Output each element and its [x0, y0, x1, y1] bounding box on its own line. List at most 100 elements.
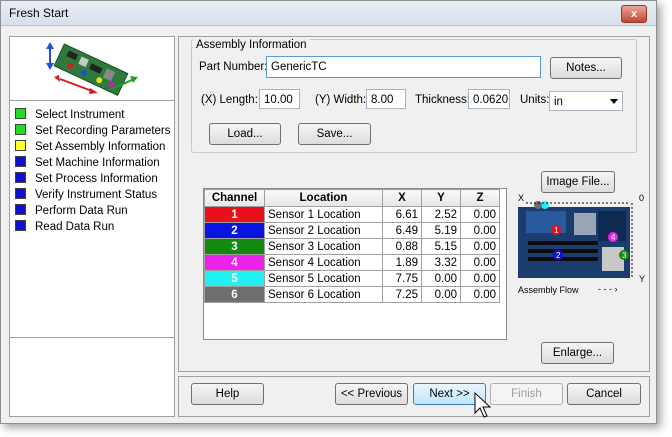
thickness-label: Thickness:	[415, 94, 470, 106]
width-label: (Y) Width:	[315, 94, 367, 106]
location-cell[interactable]: Sensor 3 Location	[264, 238, 383, 255]
width-field[interactable]: 8.00	[366, 89, 406, 109]
channel-cell[interactable]: 4	[204, 254, 265, 271]
table-row[interactable]: 6 Sensor 6 Location 7.25 0.00 0.00	[204, 286, 500, 303]
part-number-field[interactable]: GenericTC	[266, 56, 541, 78]
x-cell[interactable]: 0.88	[382, 238, 422, 255]
y-cell[interactable]: 5.15	[421, 238, 461, 255]
board-marker: 2	[556, 251, 561, 260]
close-icon[interactable]: x	[631, 8, 637, 20]
chevron-down-icon[interactable]	[610, 99, 618, 104]
location-cell[interactable]: Sensor 1 Location	[264, 206, 383, 223]
arrow-right-icon: - - - ›	[598, 284, 618, 294]
step-item: Verify Instrument Status	[15, 187, 157, 203]
x-cell[interactable]: 6.49	[382, 222, 422, 239]
z-cell[interactable]: 0.00	[460, 286, 500, 303]
y-cell[interactable]: 3.32	[421, 254, 461, 271]
title-bar: Fresh Start x	[1, 1, 656, 26]
step-item: Read Data Run	[15, 219, 114, 235]
thickness-field[interactable]: 0.0620	[468, 89, 510, 109]
wizard-sidebar: Select Instrument Set Recording Paramete…	[9, 36, 175, 417]
table-row[interactable]: 2 Sensor 2 Location 6.49 5.19 0.00	[204, 222, 500, 239]
z-cell[interactable]: 0.00	[460, 222, 500, 239]
length-label: (X) Length:	[201, 94, 258, 106]
profiler-board-image	[46, 42, 138, 96]
window-title: Fresh Start	[9, 6, 69, 20]
column-header-channel[interactable]: Channel	[204, 189, 265, 207]
location-cell[interactable]: Sensor 2 Location	[264, 222, 383, 239]
location-cell[interactable]: Sensor 5 Location	[264, 270, 383, 287]
units-label: Units:	[520, 94, 550, 106]
status-blue-icon	[15, 204, 26, 216]
board-image: 1 2 3 4	[518, 201, 633, 278]
y-cell[interactable]: 2.52	[421, 206, 461, 223]
notes-button[interactable]: Notes...	[550, 57, 622, 79]
previous-button[interactable]: << Previous	[335, 383, 408, 405]
x-cell[interactable]: 7.75	[382, 270, 422, 287]
channel-cell[interactable]: 3	[204, 238, 265, 255]
image-file-button[interactable]: Image File...	[541, 171, 615, 193]
wizard-steps-list: Select Instrument Set Recording Paramete…	[10, 100, 174, 338]
channel-cell[interactable]: 1	[204, 206, 265, 223]
channel-cell[interactable]: 6	[204, 286, 265, 303]
status-green-icon	[15, 124, 26, 136]
units-value: in	[554, 96, 563, 108]
status-blue-icon	[15, 220, 26, 232]
y-cell[interactable]: 0.00	[421, 270, 461, 287]
table-row[interactable]: 3 Sensor 3 Location 0.88 5.15 0.00	[204, 238, 500, 255]
step-item: Set Assembly Information	[15, 139, 165, 155]
step-item: Select Instrument	[15, 107, 124, 123]
z-cell[interactable]: 0.00	[460, 206, 500, 223]
location-cell[interactable]: Sensor 4 Location	[264, 254, 383, 271]
status-blue-icon	[15, 188, 26, 200]
enlarge-button[interactable]: Enlarge...	[541, 342, 614, 364]
status-yellow-icon	[15, 140, 26, 152]
table-row[interactable]: 4 Sensor 4 Location 1.89 3.32 0.00	[204, 254, 500, 271]
units-select[interactable]: in	[549, 91, 623, 111]
step-item: Set Process Information	[15, 171, 158, 187]
step-item: Perform Data Run	[15, 203, 128, 219]
part-number-label: Part Number:	[199, 61, 268, 73]
column-header-y[interactable]: Y	[421, 189, 461, 207]
mouse-cursor-icon	[474, 391, 492, 418]
help-button[interactable]: Help	[191, 383, 264, 405]
sensor-table: Channel Location X Y Z 1 Sensor 1 Locati…	[203, 188, 507, 340]
load-button[interactable]: Load...	[209, 123, 281, 145]
status-green-icon	[15, 108, 26, 120]
channel-cell[interactable]: 5	[204, 270, 265, 287]
board-thumbnail: 1 2 3 4	[518, 197, 635, 279]
status-blue-icon	[15, 156, 26, 168]
length-field[interactable]: 10.00	[259, 89, 300, 109]
column-header-location[interactable]: Location	[264, 189, 383, 207]
x-cell[interactable]: 7.25	[382, 286, 422, 303]
board-marker: 1	[554, 226, 559, 235]
x-cell[interactable]: 1.89	[382, 254, 422, 271]
location-cell[interactable]: Sensor 6 Location	[264, 286, 383, 303]
assembly-flow-label: Assembly Flow	[518, 285, 579, 295]
table-row[interactable]: 1 Sensor 1 Location 6.61 2.52 0.00	[204, 206, 500, 223]
board-marker: 3	[622, 251, 627, 260]
zero-label: 0	[639, 193, 645, 203]
z-cell[interactable]: 0.00	[460, 238, 500, 255]
close-button[interactable]: x	[621, 5, 647, 23]
x-cell[interactable]: 6.61	[382, 206, 422, 223]
y-cell[interactable]: 0.00	[421, 286, 461, 303]
table-header-row: Channel Location X Y Z	[204, 189, 500, 207]
z-cell[interactable]: 0.00	[460, 254, 500, 271]
finish-button: Finish	[490, 383, 563, 405]
cancel-button[interactable]: Cancel	[567, 383, 641, 405]
y-cell[interactable]: 5.19	[421, 222, 461, 239]
board-marker: 4	[611, 233, 616, 242]
sensor-grid: Channel Location X Y Z 1 Sensor 1 Locati…	[204, 189, 500, 303]
z-cell[interactable]: 0.00	[460, 270, 500, 287]
column-header-z[interactable]: Z	[460, 189, 500, 207]
y-axis-label: Y	[639, 274, 646, 284]
instrument-logo	[12, 39, 170, 97]
column-header-x[interactable]: X	[382, 189, 422, 207]
x-axis-label: X	[518, 193, 525, 203]
save-button[interactable]: Save...	[298, 123, 371, 145]
table-row[interactable]: 5 Sensor 5 Location 7.75 0.00 0.00	[204, 270, 500, 287]
channel-cell[interactable]: 2	[204, 222, 265, 239]
status-blue-icon	[15, 172, 26, 184]
step-item: Set Machine Information	[15, 155, 160, 171]
